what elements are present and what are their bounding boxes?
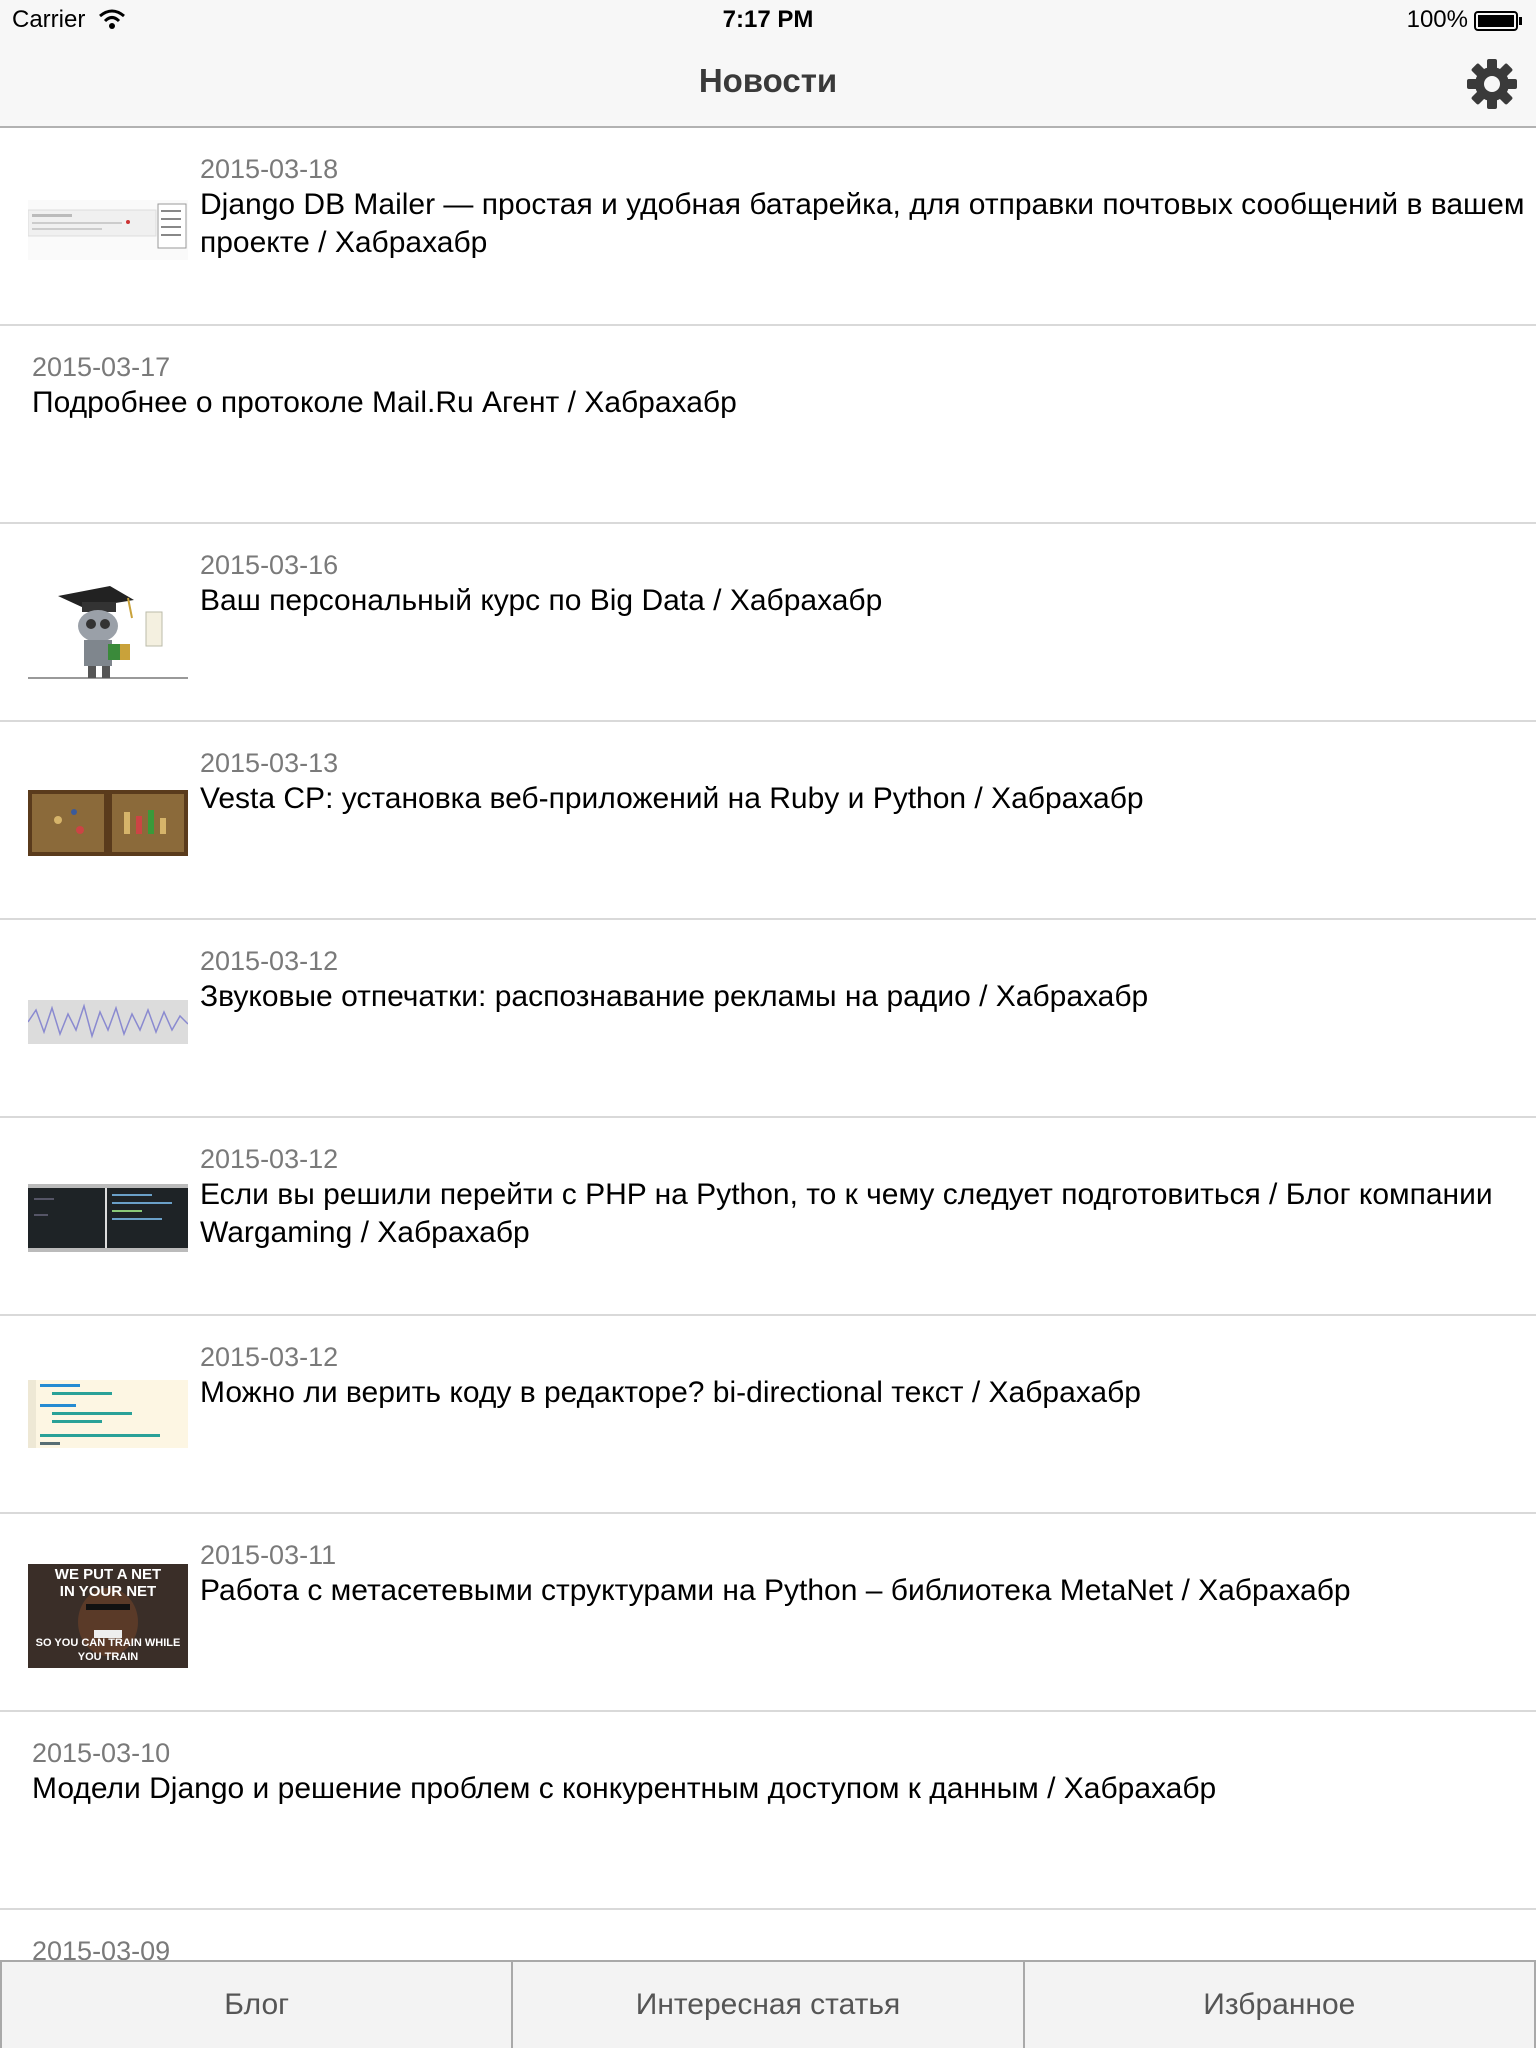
news-title: Звуковые отпечатки: распознавание реклам… [200, 980, 1149, 1013]
terminal-thumbnail [28, 1184, 188, 1252]
code-thumbnail [28, 1380, 188, 1448]
list-item[interactable]: 2015-03-10 Модели Django и решение пробл… [0, 1712, 1536, 1910]
list-item[interactable]: 2015-03-17 Подробнее о протоколе Mail.Ru… [0, 326, 1536, 524]
tab-favorites[interactable]: Избранное [1025, 1962, 1536, 2048]
news-title: Модели Django и решение проблем с конкур… [32, 1772, 1217, 1805]
list-item[interactable]: 2015-03-09 [0, 1910, 1536, 1960]
gear-icon[interactable] [1464, 56, 1520, 112]
news-text: 2015-03-16 Ваш персональный курс по Big … [200, 548, 1526, 620]
news-text: 2015-03-11 Работа с метасетевыми структу… [200, 1538, 1526, 1610]
news-title: Работа с метасетевыми структурами на Pyt… [200, 1574, 1351, 1607]
news-list[interactable]: 2015-03-18 Django DB Mailer — простая и … [0, 128, 1536, 1960]
news-date: 2015-03-12 [200, 1342, 339, 1372]
news-date: 2015-03-11 [200, 1540, 337, 1570]
waveform-thumbnail [28, 1000, 188, 1044]
news-title: Vesta CP: установка веб-приложений на Ru… [200, 782, 1144, 815]
news-text: 2015-03-17 Подробнее о протоколе Mail.Ru… [32, 350, 1526, 422]
status-bar: Carrier 7:17 PM 100% [0, 0, 1536, 40]
news-title: Можно ли верить коду в редакторе? bi-dir… [200, 1376, 1141, 1409]
battery-percent: 100% [1406, 6, 1468, 33]
battery-icon [1474, 11, 1522, 31]
list-item[interactable]: 2015-03-12 Можно ли верить коду в редакт… [0, 1316, 1536, 1514]
news-date: 2015-03-10 [32, 1738, 171, 1768]
list-item[interactable]: 2015-03-16 Ваш персональный курс по Big … [0, 524, 1536, 722]
tab-bar: Блог Интересная статья Избранное [0, 1960, 1536, 2048]
news-title: Подробнее о протоколе Mail.Ru Агент / Ха… [32, 386, 737, 419]
status-time: 7:17 PM [722, 6, 814, 33]
page-title: Новости [698, 62, 838, 99]
robot-graduate-thumbnail [28, 574, 188, 684]
game-board-thumbnail [28, 790, 188, 856]
list-item[interactable]: 2015-03-12 Звуковые отпечатки: распознав… [0, 920, 1536, 1118]
news-text: 2015-03-18 Django DB Mailer — простая и … [200, 152, 1526, 262]
news-title: Если вы решили перейти с PHP на Python, … [200, 1178, 1493, 1249]
news-text: 2015-03-13 Vesta CP: установка веб-прило… [200, 746, 1526, 818]
list-item[interactable]: 2015-03-12 Если вы решили перейти с PHP … [0, 1118, 1536, 1316]
news-title: Django DB Mailer — простая и удобная бат… [200, 188, 1525, 259]
meme-bottom-text: SO YOU CAN TRAIN WHILE YOU TRAIN [35, 1637, 181, 1663]
news-date: 2015-03-13 [200, 748, 339, 778]
news-date: 2015-03-12 [200, 946, 339, 976]
news-date: 2015-03-17 [32, 352, 171, 382]
list-item[interactable]: 2015-03-13 Vesta CP: установка веб-прило… [0, 722, 1536, 920]
news-date: 2015-03-12 [200, 1144, 339, 1174]
screenshot-thumbnail [28, 200, 188, 260]
meme-top-text: WE PUT A NET IN YOUR NET [54, 1566, 162, 1600]
news-text: 2015-03-12 Звуковые отпечатки: распознав… [200, 944, 1526, 1016]
news-text: 2015-03-12 Если вы решили перейти с PHP … [200, 1142, 1526, 1252]
news-date: 2015-03-18 [200, 154, 339, 184]
news-text: 2015-03-10 Модели Django и решение пробл… [32, 1736, 1526, 1808]
navigation-bar: Новости [0, 40, 1536, 128]
news-date: 2015-03-09 [32, 1936, 171, 1960]
news-title: Ваш персональный курс по Big Data / Хабр… [200, 584, 883, 617]
news-text: 2015-03-09 [32, 1934, 1526, 1960]
tab-interesting-article[interactable]: Интересная статья [513, 1962, 1025, 2048]
list-item[interactable]: 2015-03-18 Django DB Mailer — простая и … [0, 128, 1536, 326]
news-date: 2015-03-16 [200, 550, 339, 580]
meme-thumbnail: WE PUT A NET IN YOUR NET SO YOU CAN TRAI… [28, 1564, 188, 1668]
tab-blog[interactable]: Блог [0, 1962, 514, 2048]
news-text: 2015-03-12 Можно ли верить коду в редакт… [200, 1340, 1526, 1412]
list-item[interactable]: WE PUT A NET IN YOUR NET SO YOU CAN TRAI… [0, 1514, 1536, 1712]
